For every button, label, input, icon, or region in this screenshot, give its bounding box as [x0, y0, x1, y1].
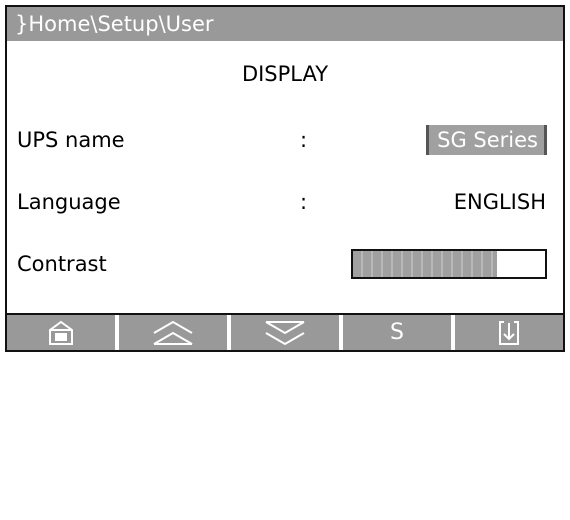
contrast-label: Contrast — [17, 252, 107, 276]
language-value[interactable]: ENGLISH — [454, 187, 546, 217]
enter-icon — [499, 320, 519, 345]
language-label: Language — [17, 190, 121, 214]
breadcrumb: }Home\Setup\User — [7, 7, 563, 41]
lcd-screen: }Home\Setup\User DISPLAY UPS name : SG S… — [5, 5, 565, 352]
contrast-slider[interactable] — [351, 249, 547, 279]
contrast-level-fill — [353, 251, 497, 277]
enter-button[interactable] — [455, 315, 563, 350]
page-title: DISPLAY — [241, 62, 329, 86]
scroll-down-button[interactable] — [231, 315, 343, 350]
home-icon — [49, 320, 73, 345]
ups-name-value[interactable]: SG Series — [426, 125, 547, 155]
down-chevron-icon — [265, 320, 305, 345]
home-button[interactable] — [7, 315, 119, 350]
ups-name-row[interactable]: UPS name : SG Series — [7, 125, 563, 155]
contrast-row[interactable]: Contrast — [7, 249, 563, 279]
s-button[interactable]: S — [343, 315, 455, 350]
function-key-bar: S — [7, 315, 563, 350]
ups-name-label: UPS name — [17, 128, 125, 152]
up-chevron-icon — [153, 320, 193, 345]
s-key-label: S — [390, 319, 404, 345]
separator: : — [300, 128, 308, 152]
separator: : — [300, 190, 308, 214]
language-row[interactable]: Language : ENGLISH — [7, 187, 563, 217]
scroll-up-button[interactable] — [119, 315, 231, 350]
